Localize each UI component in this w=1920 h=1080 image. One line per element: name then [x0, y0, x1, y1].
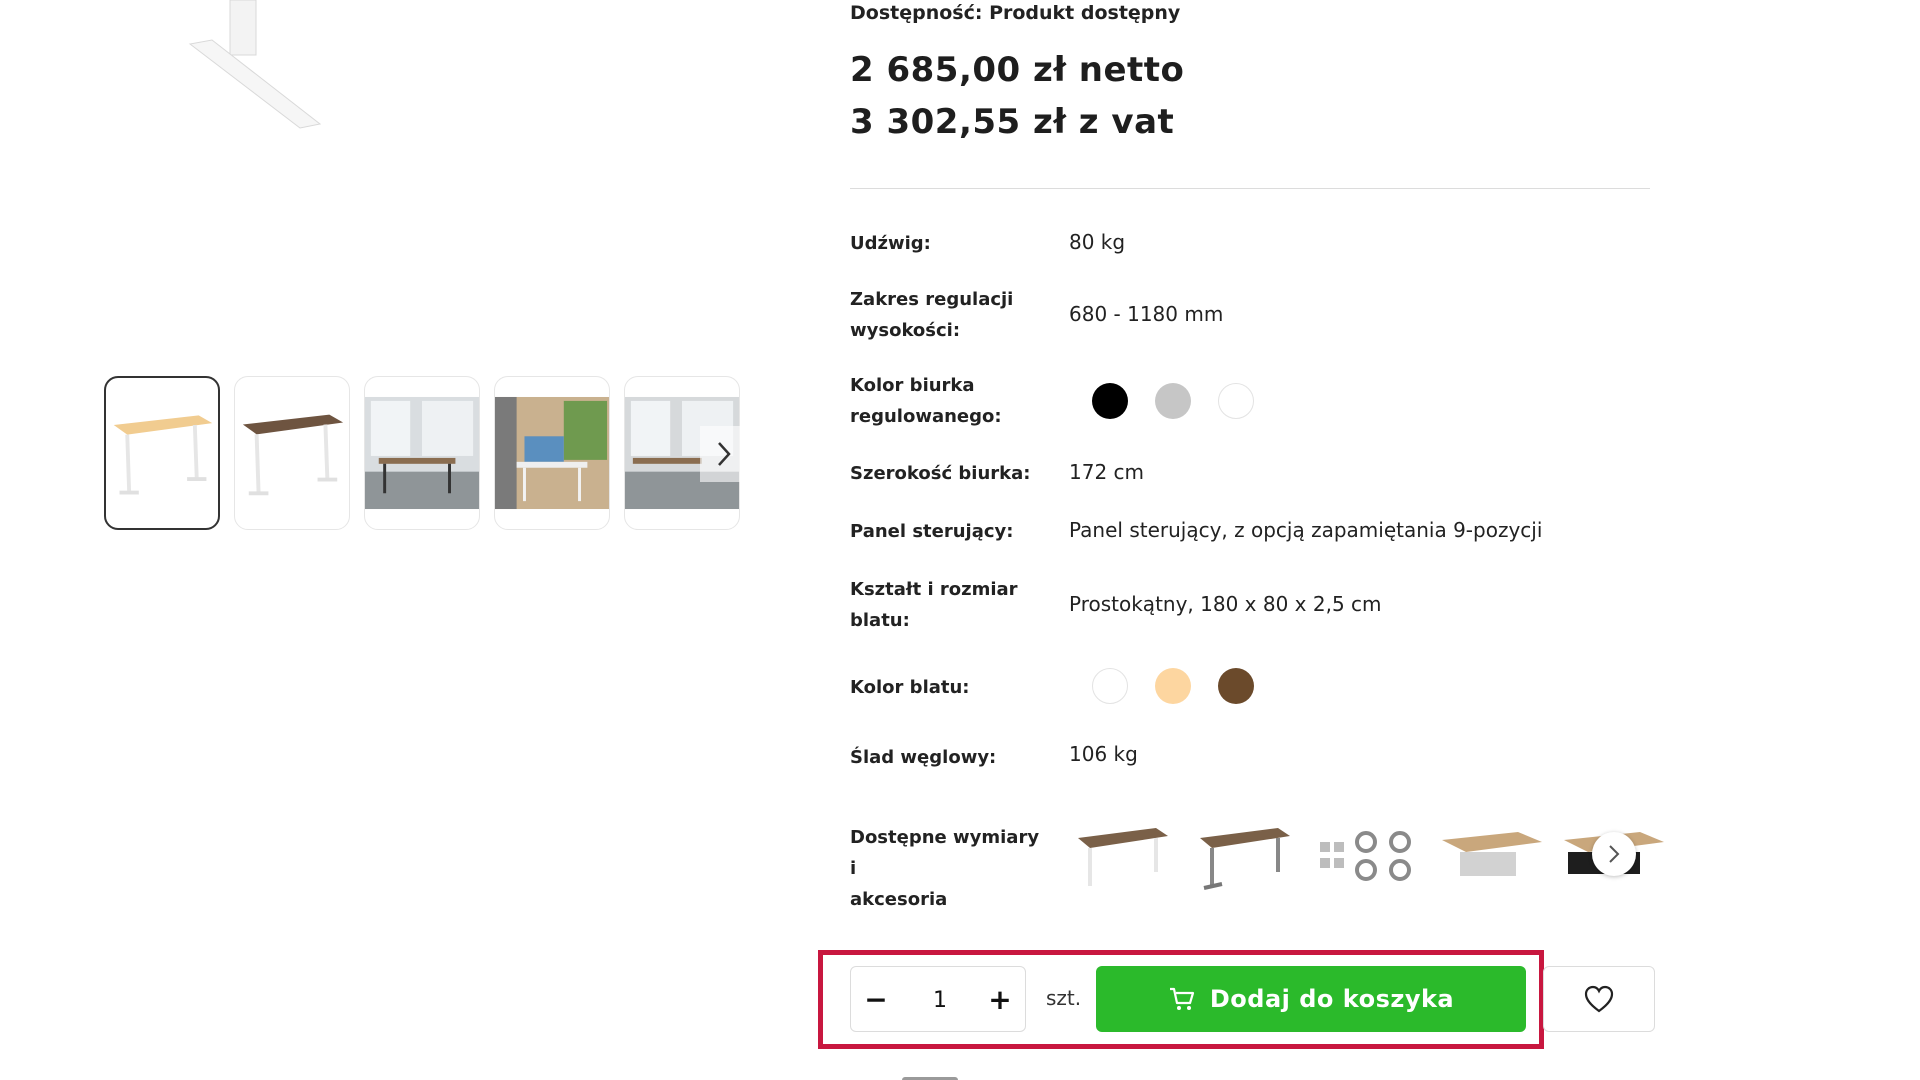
top-color-swatch-white[interactable] [1092, 668, 1128, 704]
top-color-swatch-walnut[interactable] [1218, 668, 1254, 704]
spec-label-frame-color-line2: regulowanego: [850, 406, 1002, 427]
add-to-cart-button[interactable]: Dodaj do koszyka [1096, 966, 1526, 1032]
add-to-cart-label: Dodaj do koszyka [1209, 985, 1455, 1013]
spec-label-accessories: Dostępne wymiary i akcesoria [850, 822, 1050, 915]
accessory-drawer[interactable] [1438, 810, 1546, 900]
spec-label-frame-color: Kolor biurka regulowanego: [850, 370, 1050, 432]
spec-label-panel: Panel sterujący: [850, 521, 1014, 542]
price-netto: 2 685,00 zł netto [850, 50, 1185, 90]
quantity-increase-button[interactable]: + [975, 967, 1025, 1031]
spec-label-height: Zakres regulacji wysokości: [850, 284, 1050, 346]
spec-label-frame-color-line1: Kolor biurka [850, 375, 975, 396]
spec-value-capacity: 80 kg [1069, 230, 1126, 254]
frame-color-swatch-grey[interactable] [1155, 383, 1191, 419]
top-color-swatch-beech[interactable] [1155, 668, 1191, 704]
chevron-right-icon [1609, 845, 1620, 863]
product-main-image[interactable] [150, 0, 340, 140]
frame-color-swatches [1092, 383, 1254, 423]
add-to-wishlist-button[interactable] [1543, 966, 1655, 1032]
spec-value-height: 680 - 1180 mm [1069, 302, 1224, 326]
price-vat: 3 302,55 zł z vat [850, 102, 1175, 142]
spec-label-accessories-line2: akcesoria [850, 889, 948, 910]
spec-label-shape-line1: Kształt i rozmiar [850, 579, 1018, 600]
thumbnail-1[interactable] [104, 376, 220, 530]
spec-value-width: 172 cm [1069, 460, 1145, 484]
accessory-desk-walnut-white[interactable] [1072, 810, 1180, 900]
quantity-stepper: − + [850, 966, 1026, 1032]
accessories-carousel [1072, 810, 1664, 900]
spec-label-height-line1: Zakres regulacji [850, 289, 1014, 310]
spec-value-carbon: 106 kg [1069, 742, 1138, 766]
accessory-casters[interactable] [1316, 810, 1424, 900]
top-color-swatches [1092, 668, 1254, 708]
cart-icon [1169, 987, 1194, 1010]
quantity-decrease-button[interactable]: − [851, 967, 901, 1031]
spec-label-shape: Kształt i rozmiar blatu: [850, 574, 1050, 636]
heart-icon [1584, 985, 1614, 1013]
thumbnail-3[interactable] [364, 376, 480, 530]
gallery-thumbnails [104, 376, 748, 532]
frame-color-swatch-black[interactable] [1092, 383, 1128, 419]
spec-label-height-line2: wysokości: [850, 320, 961, 341]
frame-color-swatch-white[interactable] [1218, 383, 1254, 419]
spec-value-shape: Prostokątny, 180 x 80 x 2,5 cm [1069, 592, 1382, 616]
divider [850, 188, 1650, 189]
thumbnail-4[interactable] [494, 376, 610, 530]
spec-label-shape-line2: blatu: [850, 610, 910, 631]
spec-label-carbon: Ślad węglowy: [850, 747, 997, 768]
availability-status: Dostępność: Produkt dostępny [850, 2, 1181, 24]
spec-label-top-color: Kolor blatu: [850, 677, 970, 698]
thumbnail-2[interactable] [234, 376, 350, 530]
spec-label-accessories-line1: Dostępne wymiary i [850, 827, 1040, 879]
accessories-next-button[interactable] [1592, 832, 1636, 876]
quantity-input[interactable] [901, 979, 979, 1021]
spec-label-width: Szerokość biurka: [850, 463, 1031, 484]
accessory-desk-walnut-grey[interactable] [1194, 810, 1302, 900]
thumbnails-next-button[interactable] [700, 426, 748, 482]
chevron-right-icon [718, 442, 731, 466]
quantity-unit: szt. [1046, 986, 1082, 1010]
spec-label-capacity: Udźwig: [850, 233, 931, 254]
cut-off-contact-line [850, 1070, 1650, 1080]
spec-value-panel: Panel sterujący, z opcją zapamiętania 9-… [1069, 518, 1543, 542]
